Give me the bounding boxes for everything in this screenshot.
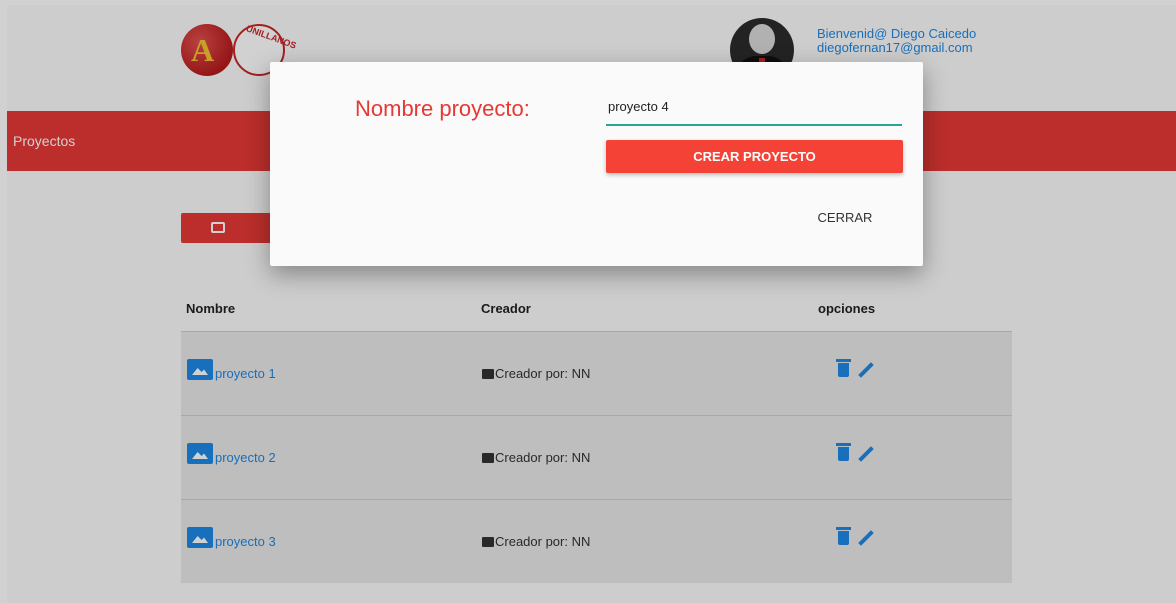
project-name-label: Nombre proyecto: [355,96,530,121]
close-button[interactable]: CERRAR [805,202,885,232]
project-name-input[interactable] [606,92,902,126]
create-project-modal: Nombre proyecto: CREAR PROYECTO CERRAR [270,62,923,266]
create-project-button[interactable]: CREAR PROYECTO [606,140,903,173]
